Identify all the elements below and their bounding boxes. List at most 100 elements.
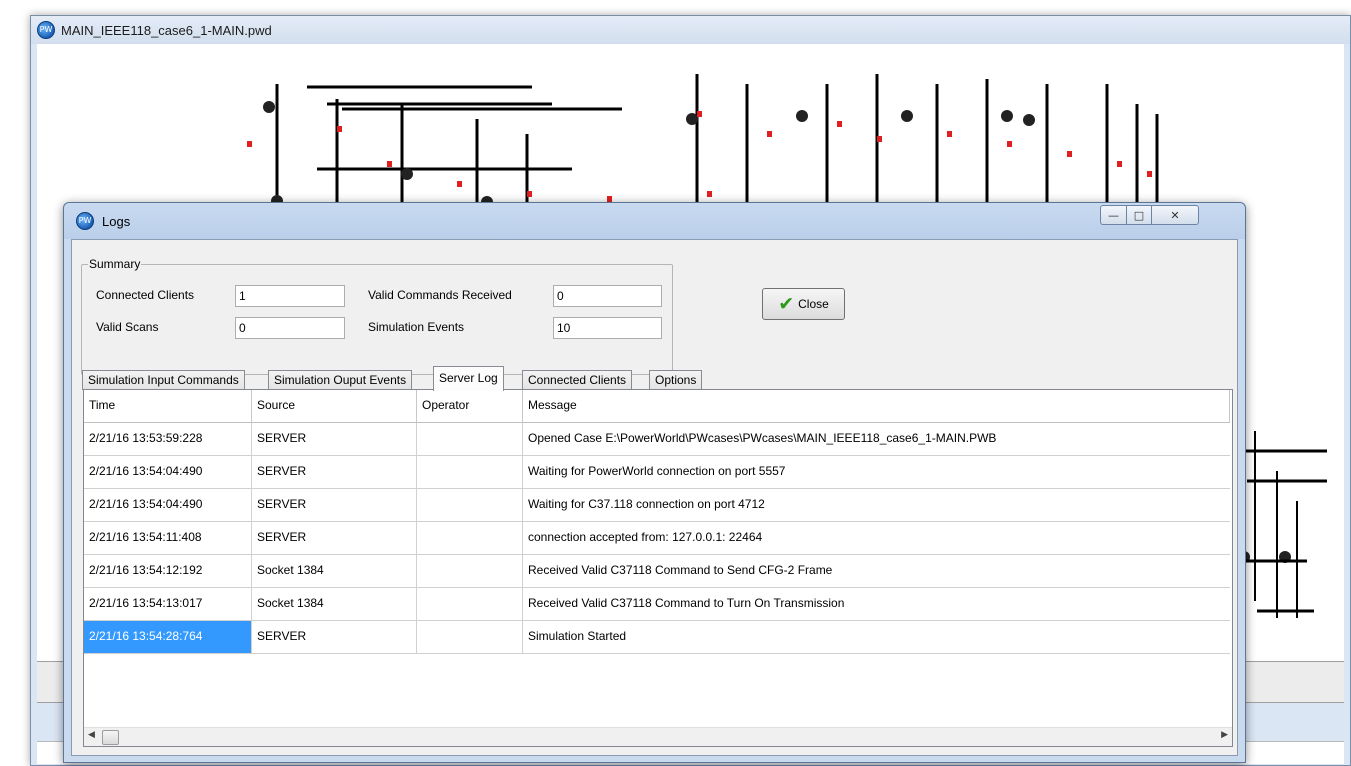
minimize-icon: — — [1108, 208, 1119, 222]
cell-message: Received Valid C37118 Command to Send CF… — [523, 555, 1230, 588]
horizontal-scrollbar[interactable]: ◀ ▶ — [84, 727, 1232, 746]
cell-operator — [417, 588, 523, 621]
tab-options[interactable]: Options — [649, 370, 703, 390]
summary-group: Summary Connected Clients 1 Valid Scans … — [81, 257, 673, 375]
tab-label: Server Log — [439, 371, 498, 385]
tab-label: Simulation Input Commands — [88, 373, 239, 387]
checkmark-icon: ✔ — [778, 293, 795, 315]
cell-source: SERVER — [252, 423, 417, 456]
maximize-icon: □ — [1133, 208, 1145, 222]
connected-clients-field[interactable]: 1 — [235, 285, 345, 307]
breaker-symbol — [387, 161, 392, 167]
logs-app-icon: PW — [76, 212, 94, 230]
cell-operator — [417, 621, 523, 654]
maximize-button[interactable]: □ — [1126, 205, 1152, 225]
breaker-symbol — [337, 126, 342, 132]
table-header-row: Time Source Operator Message — [84, 390, 1230, 423]
generator-symbol — [796, 110, 808, 122]
cell-message: Simulation Started — [523, 621, 1230, 654]
cell-source: SERVER — [252, 621, 417, 654]
cell-operator — [417, 555, 523, 588]
breaker-symbol — [1007, 141, 1012, 147]
breaker-symbol — [837, 121, 842, 127]
cell-source: Socket 1384 — [252, 588, 417, 621]
generator-symbol — [401, 168, 413, 180]
cell-time: 2/21/16 13:53:59:228 — [84, 423, 252, 456]
cell-source: SERVER — [252, 456, 417, 489]
simulation-events-field[interactable]: 10 — [553, 317, 662, 339]
close-window-button[interactable]: ✕ — [1151, 205, 1199, 225]
table-row[interactable]: 2/21/16 13:53:59:228 SERVER Opened Case … — [84, 423, 1230, 456]
cell-time: 2/21/16 13:54:04:490 — [84, 489, 252, 522]
cell-time: 2/21/16 13:54:28:764 — [84, 621, 252, 654]
scrollbar-thumb[interactable] — [102, 730, 119, 745]
table-row[interactable]: 2/21/16 13:54:04:490 SERVER Waiting for … — [84, 489, 1230, 522]
cell-source: SERVER — [252, 522, 417, 555]
minimize-button[interactable]: — — [1100, 205, 1127, 225]
cell-operator — [417, 489, 523, 522]
tab-label: Options — [655, 373, 697, 387]
cell-operator — [417, 456, 523, 489]
cell-operator — [417, 522, 523, 555]
logs-window-title: Logs — [102, 213, 131, 229]
breaker-symbol — [1117, 161, 1122, 167]
cell-message: Received Valid C37118 Command to Turn On… — [523, 588, 1230, 621]
table-row[interactable]: 2/21/16 13:54:13:017 Socket 1384 Receive… — [84, 588, 1230, 621]
generator-symbol — [901, 110, 913, 122]
tab-label: Simulation Ouput Events — [274, 373, 407, 387]
generator-symbol — [1023, 114, 1035, 126]
column-header-message[interactable]: Message — [523, 390, 1230, 423]
cell-source: SERVER — [252, 489, 417, 522]
generator-symbol — [263, 101, 275, 113]
generator-symbol — [686, 113, 698, 125]
breaker-symbol — [247, 141, 252, 147]
cell-time: 2/21/16 13:54:12:192 — [84, 555, 252, 588]
simulation-events-label: Simulation Events — [368, 320, 465, 334]
tab-simulation-input-commands[interactable]: Simulation Input Commands — [82, 370, 245, 390]
cell-message: connection accepted from: 127.0.0.1: 224… — [523, 522, 1230, 555]
breaker-symbol — [697, 111, 702, 117]
breaker-symbol — [1147, 171, 1152, 177]
close-icon: ✕ — [1170, 208, 1180, 222]
valid-commands-field[interactable]: 0 — [553, 285, 662, 307]
breaker-symbol — [947, 131, 952, 137]
cell-time: 2/21/16 13:54:11:408 — [84, 522, 252, 555]
cell-message: Waiting for C37.118 connection on port 4… — [523, 489, 1230, 522]
column-header-operator[interactable]: Operator — [417, 390, 523, 423]
tab-connected-clients[interactable]: Connected Clients — [522, 370, 633, 390]
logs-client-area: Summary Connected Clients 1 Valid Scans … — [71, 239, 1238, 756]
close-button-label: Close — [798, 297, 829, 311]
valid-scans-label: Valid Scans — [96, 320, 159, 334]
generator-symbol — [1001, 110, 1013, 122]
connected-clients-label: Connected Clients — [96, 288, 195, 302]
logs-window: PW Logs — □ ✕ Summary Connected Clients … — [63, 202, 1246, 763]
cell-operator — [417, 423, 523, 456]
breaker-symbol — [457, 181, 462, 187]
table-row[interactable]: 2/21/16 13:54:11:408 SERVER connection a… — [84, 522, 1230, 555]
logs-titlebar[interactable]: PW Logs — □ ✕ — [64, 203, 1245, 239]
table-row-selected[interactable]: 2/21/16 13:54:28:764 SERVER Simulation S… — [84, 621, 1230, 654]
table-row[interactable]: 2/21/16 13:54:12:192 Socket 1384 Receive… — [84, 555, 1230, 588]
tab-label: Connected Clients — [528, 373, 627, 387]
breaker-symbol — [767, 131, 772, 137]
tab-simulation-output-events[interactable]: Simulation Ouput Events — [268, 370, 413, 390]
tab-server-log[interactable]: Server Log — [433, 366, 504, 391]
breaker-symbol — [877, 136, 882, 142]
summary-group-label: Summary — [88, 257, 142, 271]
main-window-title: MAIN_IEEE118_case6_1-MAIN.pwd — [61, 22, 272, 38]
table-row[interactable]: 2/21/16 13:54:04:490 SERVER Waiting for … — [84, 456, 1230, 489]
main-titlebar[interactable]: PW MAIN_IEEE118_case6_1-MAIN.pwd — [31, 16, 1350, 44]
close-button[interactable]: ✔ Close — [762, 288, 845, 320]
cell-time: 2/21/16 13:54:13:017 — [84, 588, 252, 621]
cell-source: Socket 1384 — [252, 555, 417, 588]
scroll-right-icon[interactable]: ▶ — [1221, 729, 1228, 740]
column-header-time[interactable]: Time — [84, 390, 252, 423]
valid-scans-field[interactable]: 0 — [235, 317, 345, 339]
scroll-left-icon[interactable]: ◀ — [88, 729, 95, 740]
server-log-table[interactable]: Time Source Operator Message 2/21/16 13:… — [83, 389, 1233, 747]
column-header-source[interactable]: Source — [252, 390, 417, 423]
breaker-symbol — [707, 191, 712, 197]
app-icon: PW — [37, 21, 55, 39]
breaker-symbol — [1067, 151, 1072, 157]
cell-time: 2/21/16 13:54:04:490 — [84, 456, 252, 489]
